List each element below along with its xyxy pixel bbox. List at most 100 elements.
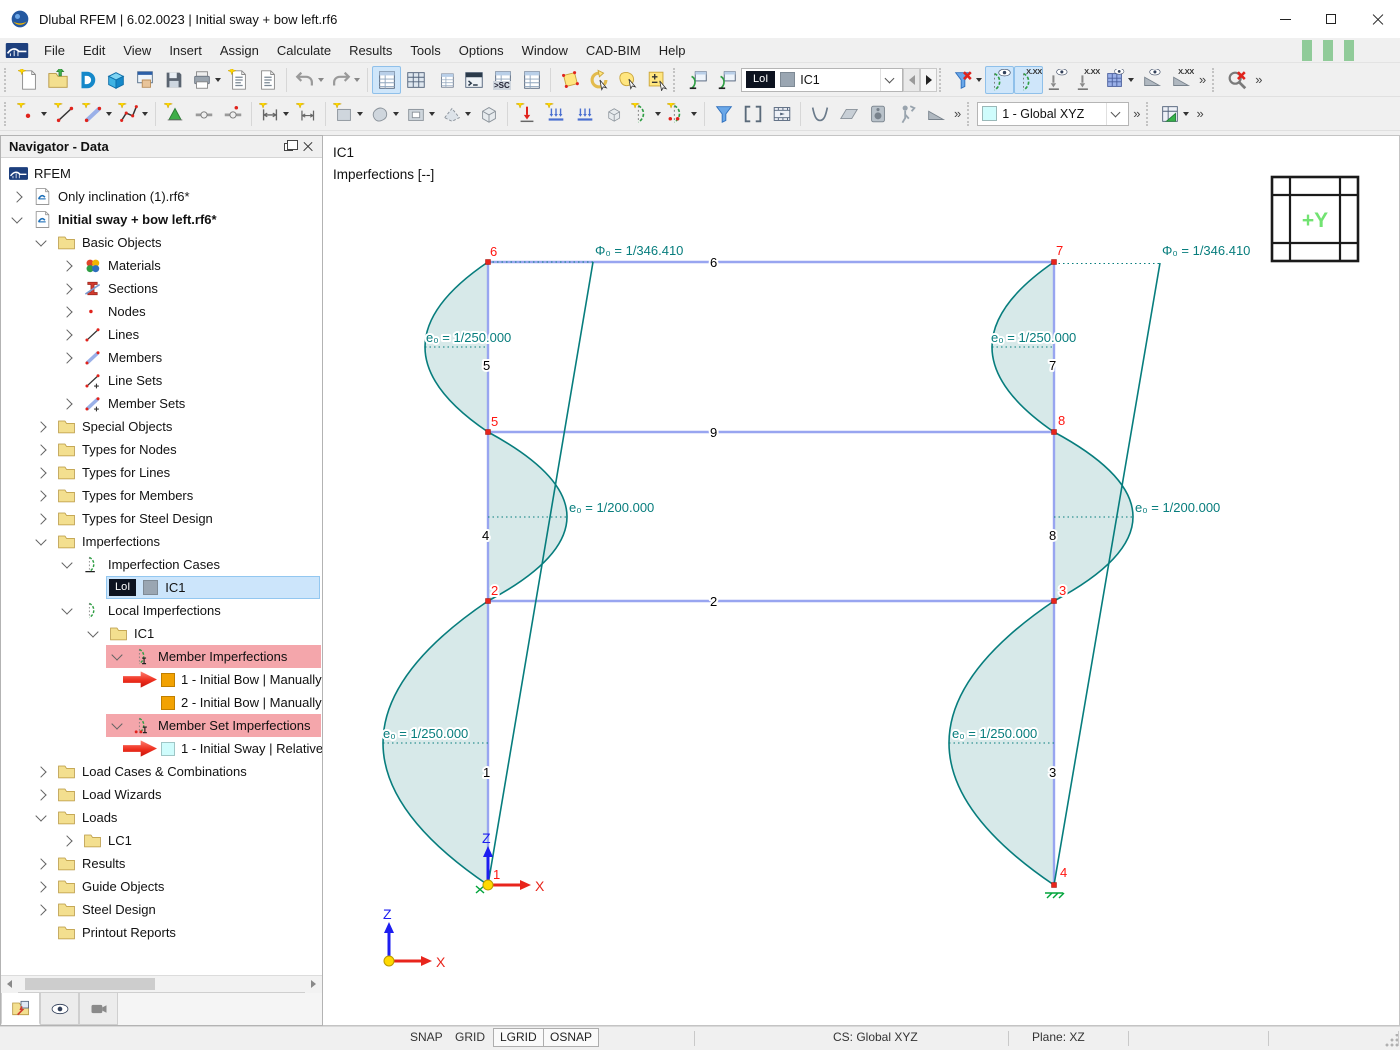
- scroll-left-button[interactable]: [1, 975, 18, 993]
- expand-chevron[interactable]: [35, 420, 47, 433]
- new-surface-dropdown[interactable]: [357, 111, 363, 116]
- toolbar-grip[interactable]: [1212, 67, 1218, 92]
- new-member-hinge-button[interactable]: [189, 100, 218, 128]
- menu-window[interactable]: Window: [513, 40, 577, 61]
- printout-report-button[interactable]: [253, 66, 282, 94]
- new-polyline-button[interactable]: [115, 100, 151, 128]
- model-manager-button[interactable]: [101, 66, 130, 94]
- tree-item-rfem[interactable]: RFEM: [1, 162, 322, 185]
- tree-item-nodes[interactable]: Nodes: [1, 300, 322, 323]
- undo-button[interactable]: [291, 66, 327, 94]
- table-layout-button[interactable]: [430, 66, 459, 94]
- toolbar-grip[interactable]: [939, 67, 945, 92]
- dlubal-center-button[interactable]: [72, 66, 101, 94]
- show-result-values-button[interactable]: X.XX: [1166, 66, 1195, 94]
- navigator-horizontal-scrollbar[interactable]: [1, 975, 322, 993]
- close-button[interactable]: [1354, 0, 1400, 38]
- new-opening-button[interactable]: [402, 100, 438, 128]
- tab-views-navigator[interactable]: [40, 993, 79, 1025]
- tree-item-types-for-steel-design[interactable]: Types for Steel Design: [1, 507, 322, 530]
- new-model-button[interactable]: [14, 66, 43, 94]
- rotate-view-button[interactable]: [584, 66, 613, 94]
- toolbar-grip[interactable]: [967, 101, 973, 126]
- tree-item-line-sets[interactable]: Line Sets: [1, 369, 322, 392]
- scrollbar-thumb[interactable]: [25, 978, 155, 990]
- load-table-dropdown[interactable]: [1128, 77, 1134, 82]
- expand-chevron[interactable]: [61, 328, 73, 341]
- toolbar-grip[interactable]: [4, 67, 10, 92]
- node-6-marker[interactable]: [485, 259, 491, 265]
- tree-item-imperfections[interactable]: Imperfections: [1, 530, 322, 553]
- minimize-button[interactable]: [1262, 0, 1308, 38]
- tables-button[interactable]: [401, 66, 430, 94]
- tree-item-model-initial-sway[interactable]: Initial sway + bow left.rf6*: [1, 208, 322, 231]
- show-results-button[interactable]: [1137, 66, 1166, 94]
- tree-item-lines[interactable]: Lines: [1, 323, 322, 346]
- new-block-button[interactable]: [474, 100, 503, 128]
- redo-button[interactable]: [327, 66, 363, 94]
- expand-chevron[interactable]: [11, 190, 23, 203]
- tree-item-lc1[interactable]: LC1: [1, 829, 322, 852]
- expand-chevron[interactable]: [61, 351, 73, 364]
- case-dropdown-chevron[interactable]: [880, 68, 898, 91]
- surface-results-button[interactable]: [834, 100, 863, 128]
- new-node-dropdown[interactable]: [41, 111, 47, 116]
- toolbar-overflow-button[interactable]: »: [1192, 106, 1207, 121]
- show-loads-button[interactable]: [1043, 66, 1072, 94]
- animation-button[interactable]: [767, 100, 796, 128]
- tree-item-member-imperfections[interactable]: Member Imperfections: [1, 645, 322, 668]
- navigator-float-button[interactable]: [278, 138, 298, 156]
- previous-case-button[interactable]: [903, 67, 920, 92]
- console-button[interactable]: [459, 66, 488, 94]
- new-line-hinge-button[interactable]: [218, 100, 247, 128]
- model-canvas[interactable]: IC1 Imperfections [--] X Z X Z 6 9 2 5 4…: [323, 135, 1400, 1026]
- tree-item-load-cases[interactable]: Load Cases & Combinations: [1, 760, 322, 783]
- new-opening-dropdown[interactable]: [429, 111, 435, 116]
- new-solid-button[interactable]: [366, 100, 402, 128]
- zoom-region-button[interactable]: [555, 66, 584, 94]
- collapse-chevron[interactable]: [11, 211, 23, 224]
- zoom-in-out-button[interactable]: [642, 66, 671, 94]
- new-nodal-load-button[interactable]: [512, 100, 541, 128]
- tree-item-printout-reports[interactable]: Printout Reports: [1, 921, 322, 944]
- load-table-button[interactable]: [1101, 66, 1137, 94]
- collapse-chevron[interactable]: [61, 602, 73, 615]
- imperfection-cases-button[interactable]: [683, 66, 712, 94]
- node-4-marker[interactable]: [1051, 882, 1057, 888]
- tab-display-navigator[interactable]: [79, 993, 118, 1025]
- coordinate-system-status[interactable]: CS: Global XYZ: [833, 1030, 918, 1044]
- view-cube[interactable]: +Y: [1270, 175, 1360, 263]
- new-support-button[interactable]: [160, 100, 189, 128]
- maximize-button[interactable]: [1308, 0, 1354, 38]
- toolbar-overflow-button[interactable]: »: [1251, 72, 1266, 87]
- expand-chevron[interactable]: [35, 512, 47, 525]
- new-member-load-button[interactable]: [541, 100, 570, 128]
- tree-item-steel-design[interactable]: Steel Design: [1, 898, 322, 921]
- tab-data-navigator[interactable]: [1, 993, 40, 1025]
- menu-edit[interactable]: Edit: [74, 40, 114, 61]
- show-load-values-button[interactable]: X.XX: [1072, 66, 1101, 94]
- new-surface-button[interactable]: [330, 100, 366, 128]
- tree-item-initial-bow-1[interactable]: 1 - Initial Bow | Manually: [1, 668, 322, 691]
- toolbar-grip[interactable]: [673, 67, 679, 92]
- menu-tools[interactable]: Tools: [401, 40, 449, 61]
- new-node-button[interactable]: [14, 100, 50, 128]
- model-view[interactable]: IC1 Imperfections [--] X Z X Z 6 9 2 5 4…: [323, 136, 1400, 1026]
- new-member-button[interactable]: [79, 100, 115, 128]
- node-2-marker[interactable]: [485, 598, 491, 604]
- menu-file[interactable]: File: [35, 40, 74, 61]
- collapse-chevron[interactable]: [35, 809, 47, 822]
- node-7-marker[interactable]: [1051, 259, 1057, 265]
- menu-cad-bim[interactable]: CAD-BIM: [577, 40, 650, 61]
- tree-item-special-objects[interactable]: Special Objects: [1, 415, 322, 438]
- new-free-load-button[interactable]: [599, 100, 628, 128]
- expand-chevron[interactable]: [61, 282, 73, 295]
- undo-dropdown[interactable]: [318, 77, 324, 82]
- visibility-filter-button[interactable]: [709, 100, 738, 128]
- script-console-button[interactable]: >SC: [488, 66, 517, 94]
- clipping-box-button[interactable]: [738, 100, 767, 128]
- filter-imperfections-button[interactable]: [949, 66, 985, 94]
- tree-item-loads[interactable]: Loads: [1, 806, 322, 829]
- new-polyline-dropdown[interactable]: [142, 111, 148, 116]
- show-imperfection-values-toggle[interactable]: X.XX: [1014, 65, 1043, 94]
